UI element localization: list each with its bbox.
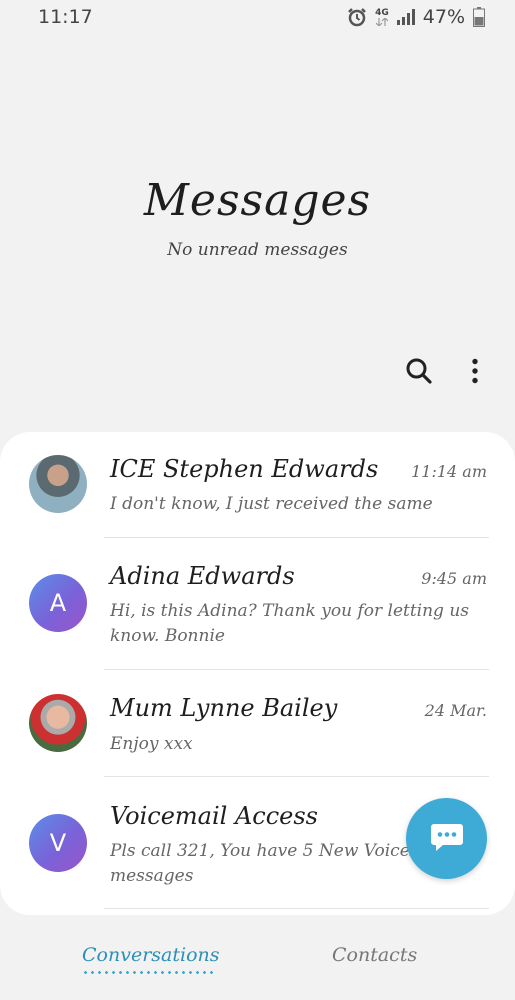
page-title: Messages	[143, 175, 372, 226]
avatar: A	[29, 574, 87, 632]
more-options-icon	[471, 358, 479, 388]
network-4g-icon: 4G	[375, 7, 389, 26]
conversation-item[interactable]: A Adina Edwards 9:45 am Hi, is this Adin…	[0, 538, 515, 669]
alarm-icon	[347, 7, 367, 27]
conversation-preview: Hi, is this Adina? Thank you for letting…	[110, 601, 470, 646]
active-tab-indicator	[82, 971, 216, 974]
compose-message-icon	[430, 822, 464, 856]
avatar	[29, 455, 87, 513]
conversation-name: Voicemail Access	[110, 802, 318, 830]
avatar-letter: V	[49, 829, 67, 857]
divider	[104, 908, 489, 909]
signal-icon	[396, 9, 415, 25]
battery-icon	[473, 7, 485, 27]
status-icons: 4G 47%	[347, 6, 485, 28]
conversation-time: 9:45 am	[421, 569, 487, 588]
search-icon	[405, 357, 433, 389]
compose-button[interactable]	[406, 798, 487, 879]
network-label: 4G	[375, 7, 389, 18]
conversation-time: 24 Mar.	[424, 701, 487, 720]
conversation-item[interactable]: Mum Lynne Bailey 24 Mar. Enjoy xxx	[0, 670, 515, 776]
tab-contacts[interactable]: Contacts	[332, 944, 417, 966]
conversation-name: ICE Stephen Edwards	[110, 455, 379, 483]
battery-percent: 47%	[422, 6, 465, 28]
search-button[interactable]	[402, 356, 436, 390]
tab-conversations[interactable]: Conversations	[82, 944, 220, 966]
conversation-name: Adina Edwards	[110, 562, 295, 590]
page-subtitle: No unread messages	[167, 240, 348, 260]
conversation-item[interactable]: ICE Stephen Edwards 11:14 am I don't kno…	[0, 432, 515, 537]
status-bar: 11:17 4G 47%	[0, 0, 515, 34]
avatar-letter: A	[49, 589, 67, 617]
more-options-button[interactable]	[458, 356, 492, 390]
status-time: 11:17	[38, 6, 93, 28]
conversation-preview: I don't know, I just received the same	[110, 494, 433, 514]
avatar	[29, 694, 87, 752]
conversation-time: 11:14 am	[411, 462, 487, 481]
avatar: V	[29, 814, 87, 872]
conversation-preview: Enjoy xxx	[110, 734, 193, 754]
conversation-name: Mum Lynne Bailey	[110, 694, 338, 722]
